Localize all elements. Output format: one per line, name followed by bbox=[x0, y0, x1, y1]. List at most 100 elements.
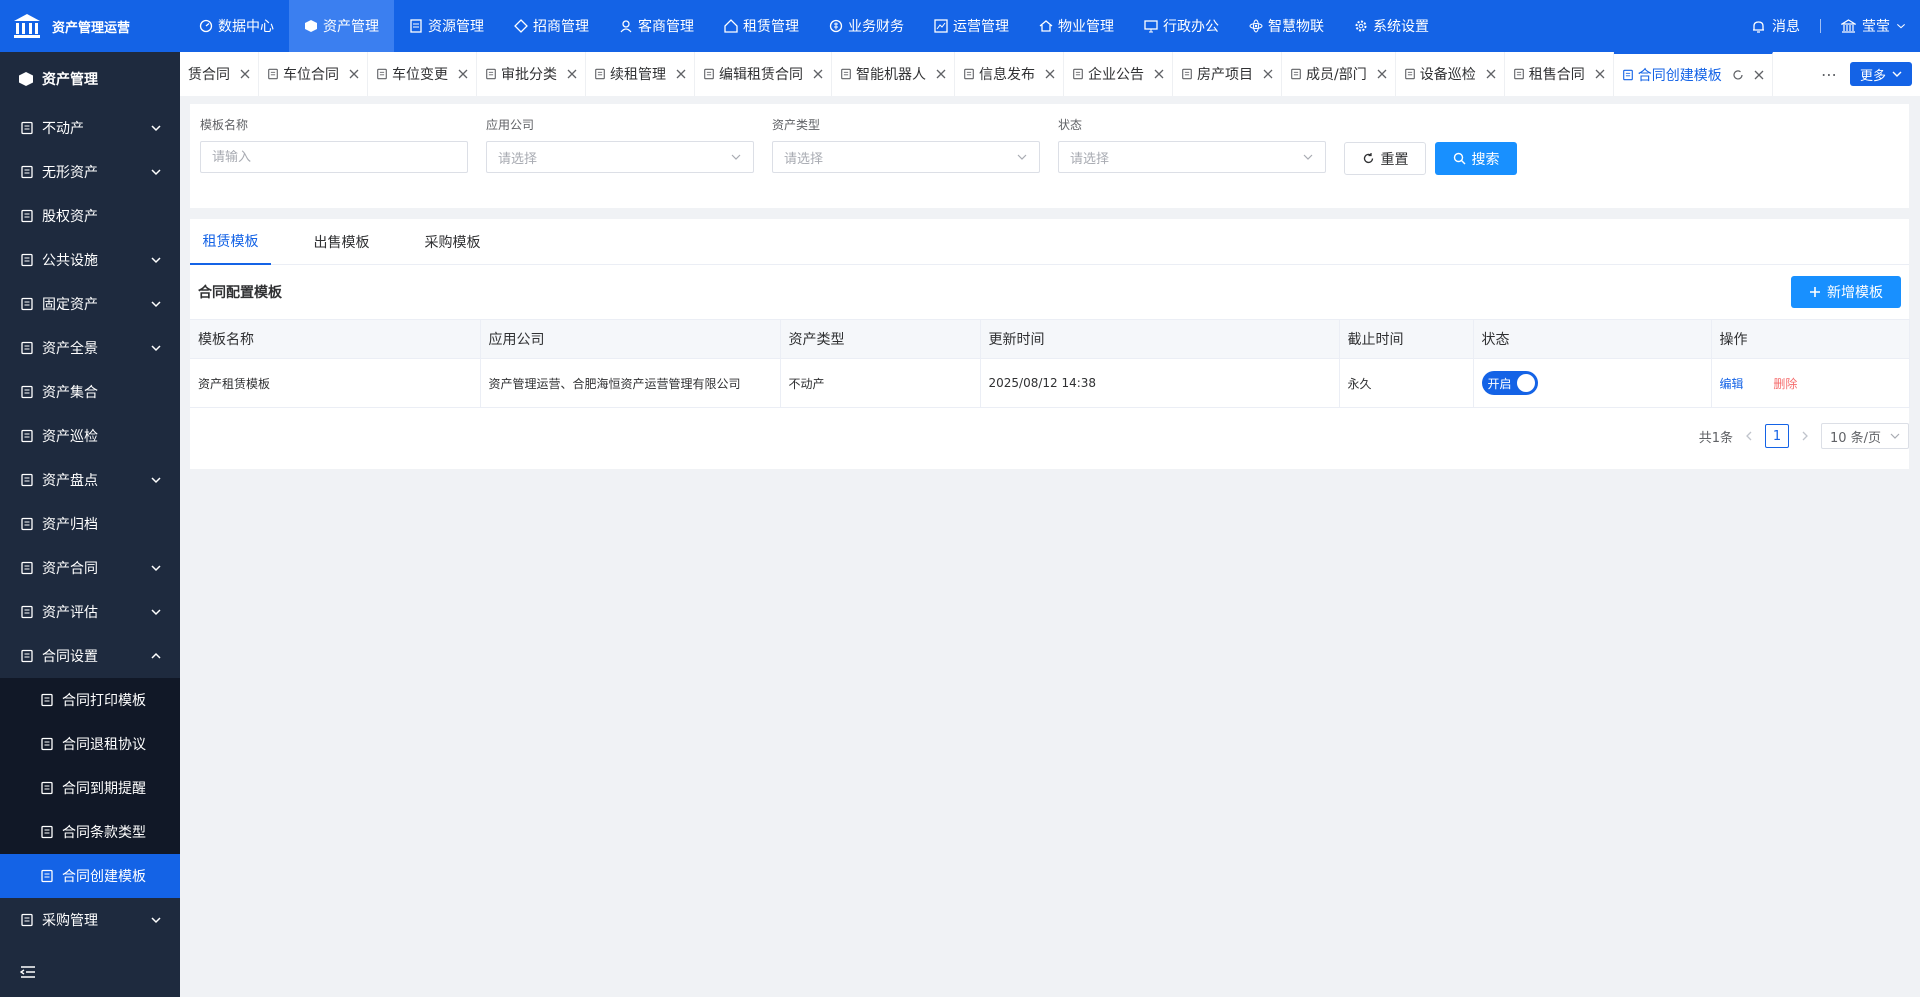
tab-label: 智能机器人 bbox=[856, 67, 926, 83]
tab-sale-template[interactable]: 出售模板 bbox=[301, 219, 382, 265]
prev-page-icon[interactable] bbox=[1743, 430, 1755, 442]
topnav-admin-office[interactable]: 行政办公 bbox=[1129, 0, 1234, 52]
close-icon[interactable] bbox=[1754, 70, 1764, 80]
sidebar-item[interactable]: 合同到期提醒 bbox=[0, 766, 180, 810]
sidebar-item[interactable]: 资产评估 bbox=[0, 590, 180, 634]
close-icon[interactable] bbox=[1486, 69, 1496, 79]
close-icon[interactable] bbox=[458, 69, 468, 79]
close-icon[interactable] bbox=[1595, 69, 1605, 79]
sidebar-item[interactable]: 资产盘点 bbox=[0, 458, 180, 502]
sidebar-item[interactable]: 资产集合 bbox=[0, 370, 180, 414]
sidebar-item[interactable]: 资产归档 bbox=[0, 502, 180, 546]
topnav-data-center[interactable]: 数据中心 bbox=[184, 0, 289, 52]
filter-panel: 模板名称 应用公司 请选择 资产类型 请选择 状态 请选择 重置 搜索 bbox=[190, 104, 1909, 208]
user-menu[interactable]: 莹莹 bbox=[1827, 16, 1920, 36]
tab-item[interactable]: 设备巡检 bbox=[1396, 52, 1505, 96]
tab-item[interactable]: 续租管理 bbox=[586, 52, 695, 96]
sidebar-item[interactable]: 股权资产 bbox=[0, 194, 180, 238]
refresh-icon[interactable] bbox=[1732, 69, 1744, 81]
tab-item[interactable]: 编辑租赁合同 bbox=[695, 52, 832, 96]
tab-item[interactable]: 房产项目 bbox=[1173, 52, 1282, 96]
sidebar-item[interactable]: 固定资产 bbox=[0, 282, 180, 326]
topnav-lease-management[interactable]: 租赁管理 bbox=[709, 0, 814, 52]
column-header: 操作 bbox=[1711, 319, 1910, 359]
chevron-down-icon bbox=[151, 301, 161, 308]
topnav-asset-management[interactable]: 资产管理 bbox=[289, 0, 394, 52]
close-icon[interactable] bbox=[1045, 69, 1055, 79]
collapse-sidebar-button[interactable] bbox=[0, 947, 180, 997]
close-icon[interactable] bbox=[240, 69, 250, 79]
sidebar-item[interactable]: 资产巡检 bbox=[0, 414, 180, 458]
topnav-smart-iot[interactable]: 智慧物联 bbox=[1234, 0, 1339, 52]
app-logo[interactable]: 资产管理运营 bbox=[0, 0, 180, 52]
sidebar-item[interactable]: 合同打印模板 bbox=[0, 678, 180, 722]
close-icon[interactable] bbox=[1263, 69, 1273, 79]
page-number[interactable]: 1 bbox=[1765, 424, 1789, 448]
sidebar-item[interactable]: 合同创建模板 bbox=[0, 854, 180, 898]
sidebar-item[interactable]: 采购管理 bbox=[0, 898, 180, 942]
close-icon[interactable] bbox=[813, 69, 823, 79]
topnav-customer-management[interactable]: 客商管理 bbox=[604, 0, 709, 52]
list-file-icon bbox=[41, 825, 53, 839]
chevron-down-icon bbox=[151, 477, 161, 484]
tab-item[interactable]: 合同创建模板 bbox=[1613, 52, 1773, 96]
tab-lease-template[interactable]: 租赁模板 bbox=[190, 219, 271, 265]
sidebar-item-label: 合同退租协议 bbox=[62, 737, 146, 753]
tab-item[interactable]: 车位合同 bbox=[259, 52, 368, 96]
status-select[interactable]: 请选择 bbox=[1058, 141, 1326, 173]
tab-item[interactable]: 审批分类 bbox=[477, 52, 586, 96]
sidebar-item[interactable]: 合同设置 bbox=[0, 634, 180, 678]
close-icon[interactable] bbox=[676, 69, 686, 79]
more-tabs-button[interactable]: 更多 bbox=[1849, 62, 1912, 86]
topnav-system-settings[interactable]: 系统设置 bbox=[1339, 0, 1444, 52]
tab-label: 设备巡检 bbox=[1419, 67, 1476, 83]
topnav-business-finance[interactable]: 业务财务 bbox=[814, 0, 919, 52]
sidebar-item-label: 资产盘点 bbox=[42, 473, 98, 489]
sidebar-item[interactable]: 合同退租协议 bbox=[0, 722, 180, 766]
tab-item[interactable]: 企业公告 bbox=[1064, 52, 1173, 96]
tab-item[interactable]: 租售合同 bbox=[1505, 52, 1614, 96]
tab-label: 房产项目 bbox=[1197, 67, 1253, 83]
topnav-investment-management[interactable]: 招商管理 bbox=[499, 0, 604, 52]
page-size-select[interactable]: 10 条/页 bbox=[1821, 423, 1909, 449]
sidebar-item[interactable]: 公共设施 bbox=[0, 238, 180, 282]
tab-item[interactable]: 智能机器人 bbox=[832, 52, 955, 96]
edit-link[interactable]: 编辑 bbox=[1720, 377, 1744, 391]
sidebar-item[interactable]: 资产全景 bbox=[0, 326, 180, 370]
chevron-down-icon bbox=[1896, 23, 1906, 29]
reset-button[interactable]: 重置 bbox=[1344, 142, 1426, 175]
search-button[interactable]: 搜索 bbox=[1435, 142, 1517, 175]
sidebar-item[interactable]: 不动产 bbox=[0, 106, 180, 150]
topnav-property-management[interactable]: 物业管理 bbox=[1024, 0, 1129, 52]
sidebar-item[interactable]: 无形资产 bbox=[0, 150, 180, 194]
tab-label: 成员/部门 bbox=[1306, 67, 1367, 83]
close-icon[interactable] bbox=[1377, 69, 1387, 79]
close-icon[interactable] bbox=[349, 69, 359, 79]
tab-item[interactable]: 成员/部门 bbox=[1282, 52, 1396, 96]
sidebar-item-label: 合同条款类型 bbox=[62, 825, 146, 841]
delete-link[interactable]: 删除 bbox=[1773, 377, 1797, 391]
template-name-input[interactable] bbox=[212, 149, 456, 165]
asset-type-select[interactable]: 请选择 bbox=[772, 141, 1040, 173]
messages-button[interactable]: 消息 bbox=[1737, 16, 1814, 36]
add-template-button[interactable]: 新增模板 bbox=[1791, 276, 1901, 308]
close-icon[interactable] bbox=[936, 69, 946, 79]
tab-purchase-template[interactable]: 采购模板 bbox=[412, 219, 493, 265]
sidebar-item-label: 资产合同 bbox=[42, 561, 98, 577]
sidebar-item[interactable]: 合同条款类型 bbox=[0, 810, 180, 854]
sidebar-item[interactable]: 资产合同 bbox=[0, 546, 180, 590]
tab-item[interactable]: 赁合同 bbox=[180, 52, 259, 96]
tab-item[interactable]: 信息发布 bbox=[955, 52, 1064, 96]
tabs-list: 赁合同 车位合同 车位变更 审批分类 续租管理 编辑租赁合同 智能机器人 信息发布 企业公告 房产… bbox=[180, 52, 1812, 96]
tabs-overflow-button[interactable]: ⋯ bbox=[1812, 65, 1846, 84]
close-icon[interactable] bbox=[567, 69, 577, 79]
sidebar-item-label: 合同创建模板 bbox=[62, 869, 146, 885]
next-page-icon[interactable] bbox=[1799, 430, 1811, 442]
status-toggle[interactable]: 开启 bbox=[1481, 371, 1538, 395]
tab-label: 信息发布 bbox=[979, 67, 1035, 83]
company-select[interactable]: 请选择 bbox=[486, 141, 754, 173]
topnav-operation-management[interactable]: 运营管理 bbox=[919, 0, 1024, 52]
tab-item[interactable]: 车位变更 bbox=[368, 52, 477, 96]
topnav-resource-management[interactable]: 资源管理 bbox=[394, 0, 499, 52]
close-icon[interactable] bbox=[1154, 69, 1164, 79]
